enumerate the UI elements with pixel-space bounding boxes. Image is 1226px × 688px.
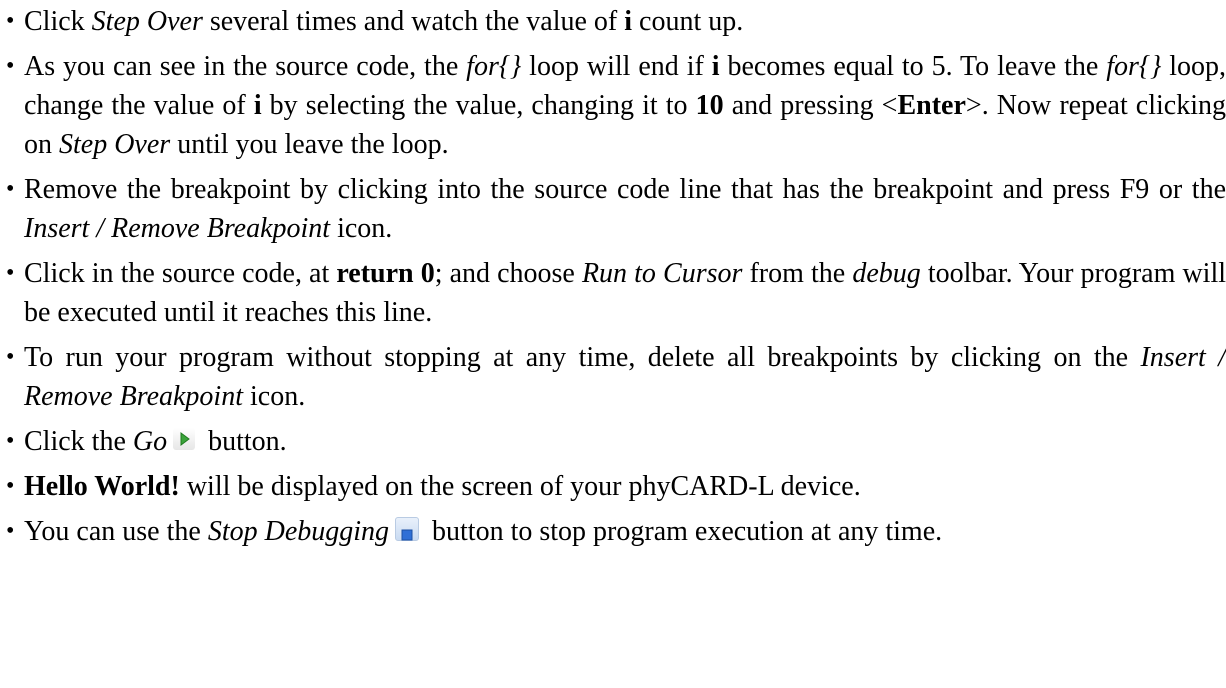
- bullet-icon: •: [6, 260, 15, 286]
- item-text: As you can see in the source code, the f…: [24, 51, 1226, 160]
- instruction-list: • Click Step Over several times and watc…: [0, 2, 1226, 557]
- for-loop-term: for{}: [466, 51, 522, 82]
- variable-i: i: [711, 51, 720, 82]
- variable-i: i: [253, 90, 262, 121]
- variable-i: i: [624, 6, 633, 37]
- list-item: • Hello World! will be displayed on the …: [0, 467, 1226, 506]
- run-to-cursor-term: Run to Cursor: [581, 258, 743, 289]
- bullet-icon: •: [6, 53, 15, 79]
- stop-debugging-term: Stop Debugging: [207, 516, 390, 547]
- list-item: • To run your program without stopping a…: [0, 338, 1226, 416]
- debug-term: debug: [852, 258, 921, 289]
- item-text: You can use the Stop Debugging button to…: [24, 516, 943, 547]
- value-ten: 10: [695, 90, 724, 121]
- return-statement: return 0: [336, 258, 435, 289]
- for-loop-term: for{}: [1106, 51, 1162, 82]
- stop-debugging-icon: [395, 516, 420, 541]
- list-item: • Click Step Over several times and watc…: [0, 2, 1226, 41]
- step-over-term: Step Over: [59, 129, 171, 160]
- go-icon: [173, 427, 196, 450]
- item-text: Remove the breakpoint by clicking into t…: [24, 174, 1226, 244]
- list-item: • Click the Go button.: [0, 422, 1226, 461]
- enter-key: Enter: [897, 90, 966, 121]
- step-over-term: Step Over: [91, 6, 203, 37]
- bullet-icon: •: [6, 176, 15, 202]
- bullet-icon: •: [6, 8, 15, 34]
- bullet-icon: •: [6, 344, 15, 370]
- bullet-icon: •: [6, 428, 15, 454]
- go-term: Go: [132, 426, 168, 457]
- list-item: • Remove the breakpoint by clicking into…: [0, 170, 1226, 248]
- item-text: Click the Go button.: [24, 426, 287, 457]
- hello-world-text: Hello World!: [24, 471, 180, 502]
- item-text: Click Step Over several times and watch …: [24, 6, 744, 37]
- bullet-icon: •: [6, 518, 15, 544]
- item-text: Click in the source code, at return 0; a…: [24, 258, 1226, 328]
- list-item: • As you can see in the source code, the…: [0, 47, 1226, 164]
- item-text: Hello World! will be displayed on the sc…: [24, 471, 861, 502]
- list-item: • Click in the source code, at return 0;…: [0, 254, 1226, 332]
- breakpoint-term: Insert / Remove Breakpoint: [24, 213, 331, 244]
- item-text: To run your program without stopping at …: [24, 342, 1226, 412]
- list-item: • You can use the Stop Debugging button …: [0, 512, 1226, 551]
- bullet-icon: •: [6, 473, 15, 499]
